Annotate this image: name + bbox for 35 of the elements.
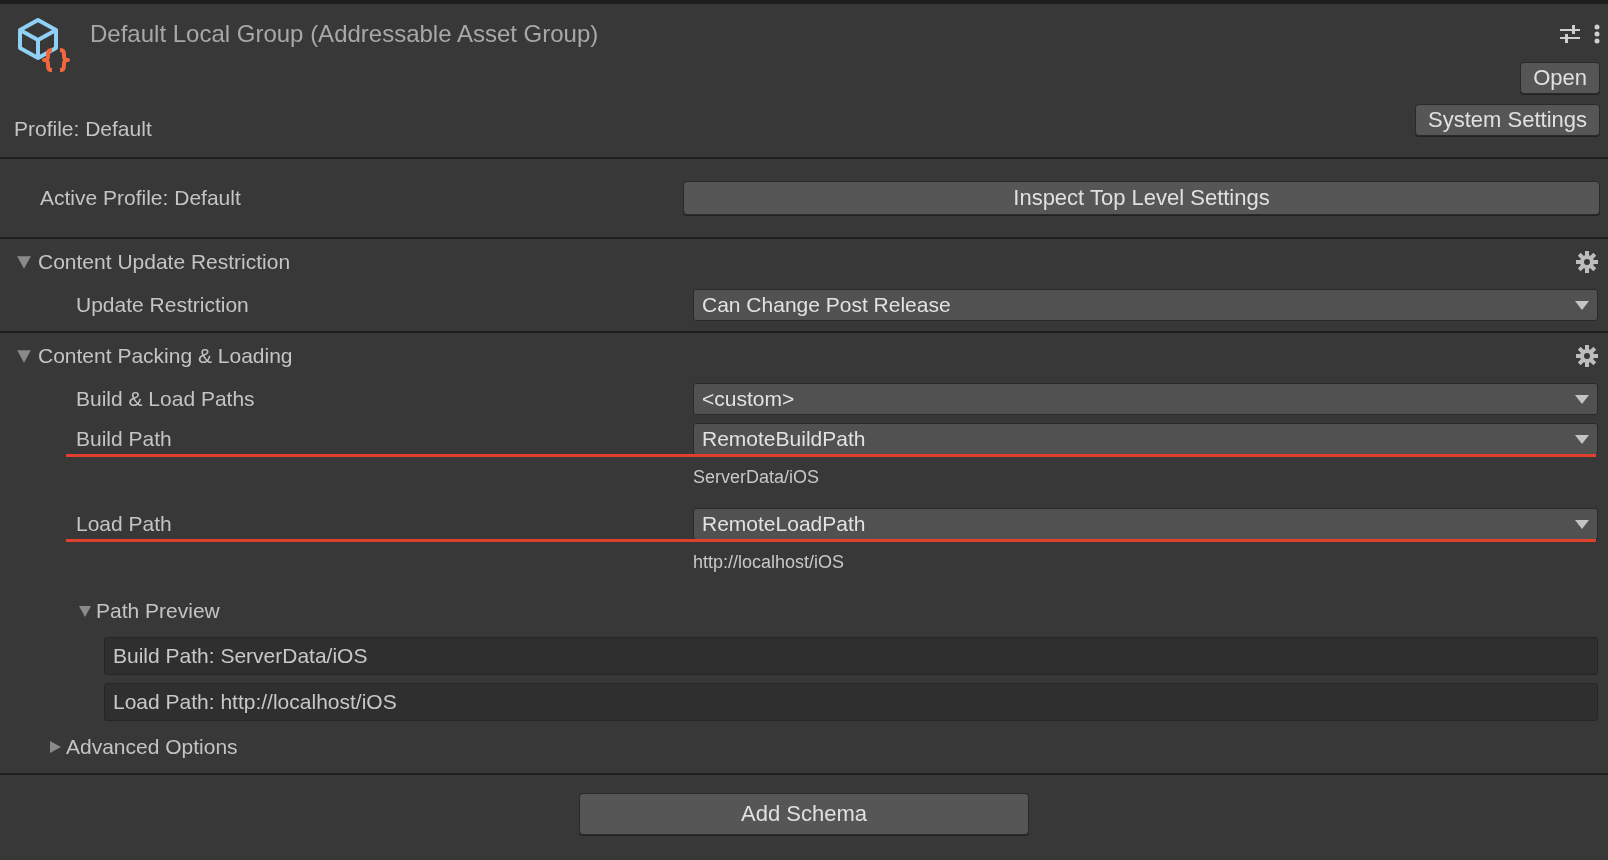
expanded-triangle-icon[interactable] [78,604,92,618]
path-hint: http://localhost/iOS [693,552,845,572]
expanded-triangle-icon[interactable] [16,348,32,364]
add-schema-button[interactable]: Add Schema [579,793,1029,835]
path-hint: ServerData/iOS [693,467,820,487]
section-header[interactable]: Content Update Restriction [38,250,1576,274]
settings-icon[interactable] [1576,345,1598,367]
dropdown[interactable]: Can Change Post Release [693,289,1598,321]
caret-icon [1575,300,1589,310]
dropdown[interactable]: RemoteLoadPath [693,508,1598,540]
caret-icon [1575,519,1589,529]
inspector-title: Default Local Group (Addressable Asset Group) [90,20,599,48]
active-profile-label: Active Profile: Default [40,186,242,210]
foldout-label[interactable]: Path Preview [96,599,220,623]
caret-icon [1575,394,1589,404]
dropdown[interactable]: RemoteBuildPath [693,423,1598,455]
more-options-icon[interactable] [1594,24,1600,44]
field-label: Build & Load Paths [76,387,256,411]
settings-icon[interactable] [1576,251,1598,273]
preview-field: Build Path: ServerData/iOS [104,637,1598,675]
dropdown[interactable]: <custom> [693,383,1598,415]
field-label: Update Restriction [76,293,250,317]
caret-icon [1575,434,1589,444]
header-button[interactable]: System Settings [1415,104,1600,136]
inspect-settings-button[interactable]: Inspect Top Level Settings [683,181,1600,215]
field-label: Build Path [76,427,173,451]
header-button[interactable]: Open [1520,62,1600,94]
profile-label: Profile: Default [14,117,153,141]
preview-field: Load Path: http://localhost/iOS [104,683,1598,721]
expanded-triangle-icon[interactable] [16,254,32,270]
section-header[interactable]: Content Packing & Loading [38,344,1576,368]
foldout-label[interactable]: Advanced Options [66,735,238,759]
collapsed-triangle-icon[interactable] [48,740,62,754]
sliders-icon[interactable] [1560,24,1580,44]
field-label: Load Path [76,512,173,536]
